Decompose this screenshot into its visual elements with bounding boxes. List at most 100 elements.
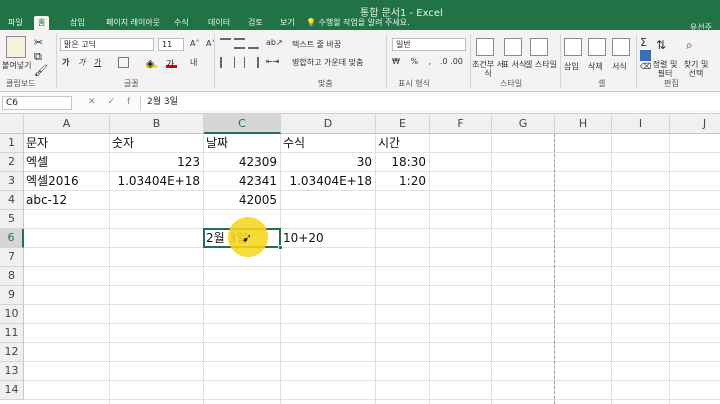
merge-center-button[interactable]: 병합하고 가운데 맞춤 — [292, 57, 363, 68]
borders-icon[interactable] — [118, 57, 129, 68]
align-left-icon[interactable] — [220, 57, 231, 68]
sort-filter-button[interactable]: 정렬 및 필터 — [650, 60, 680, 78]
row-header-2[interactable]: 2 — [0, 153, 24, 172]
cell-d3[interactable]: 1.03404E+18 — [283, 172, 372, 190]
align-center-icon[interactable] — [234, 57, 245, 68]
select-all-corner[interactable] — [0, 114, 24, 134]
row-header-14[interactable]: 14 — [0, 381, 24, 400]
format-cells-button[interactable]: 서식 — [612, 61, 627, 72]
row-header-12[interactable]: 12 — [0, 343, 24, 362]
cut-icon[interactable]: ✂ — [34, 36, 45, 49]
row-header-11[interactable]: 11 — [0, 324, 24, 343]
indent-icon[interactable]: ⇤⇥ — [266, 57, 279, 66]
insert-cells-icon[interactable] — [564, 38, 582, 56]
insert-cells-button[interactable]: 삽입 — [564, 61, 579, 72]
column-header-d[interactable]: D — [281, 114, 376, 134]
column-header-g[interactable]: G — [492, 114, 555, 134]
column-header-c[interactable]: C — [204, 114, 281, 134]
phonetic-icon[interactable]: 내 — [190, 57, 197, 68]
cell-b3[interactable]: 1.03404E+18 — [112, 172, 200, 190]
font-size-select[interactable]: 11 — [158, 38, 184, 51]
format-table-icon[interactable] — [504, 38, 522, 56]
format-painter-icon[interactable]: 🖌 — [34, 64, 48, 77]
row-header-13[interactable]: 13 — [0, 362, 24, 381]
format-cells-icon[interactable] — [612, 38, 630, 56]
cell-c3[interactable]: 42341 — [206, 172, 277, 190]
cell-e3[interactable]: 1:20 — [378, 172, 426, 190]
decimal-icons[interactable]: .0 .00 — [440, 57, 463, 66]
column-header-a[interactable]: A — [24, 114, 110, 134]
cell-c1[interactable]: 날짜 — [206, 134, 228, 152]
column-header-i[interactable]: I — [612, 114, 670, 134]
fill-handle[interactable] — [278, 245, 283, 250]
align-bottom-icon[interactable] — [248, 38, 259, 49]
row-header-1[interactable]: 1 — [0, 134, 24, 153]
row-header-3[interactable]: 3 — [0, 172, 24, 191]
fill-color-icon[interactable]: ◈ — [146, 57, 157, 70]
column-header-j[interactable]: J — [670, 114, 720, 134]
cell-e1[interactable]: 시간 — [378, 134, 400, 152]
tab-view[interactable]: 보기 — [276, 16, 299, 30]
align-middle-icon[interactable] — [234, 38, 245, 49]
paste-button[interactable]: 붙여넣기 — [2, 60, 31, 71]
column-header-h[interactable]: H — [555, 114, 612, 134]
cell-a1[interactable]: 문자 — [26, 134, 48, 152]
name-box[interactable]: C6 — [2, 96, 72, 110]
row-header-10[interactable]: 10 — [0, 305, 24, 324]
align-right-icon[interactable] — [248, 57, 259, 68]
font-color-icon[interactable]: 가 — [166, 57, 177, 70]
copy-icon[interactable]: ⧉ — [34, 50, 45, 63]
column-header-e[interactable]: E — [376, 114, 430, 134]
find-select-icon[interactable]: ⌕ — [686, 38, 693, 53]
cell-c4[interactable]: 42005 — [206, 191, 277, 209]
cell-styles-button[interactable]: 셀 스타일 — [524, 60, 558, 69]
row-header-5[interactable]: 5 — [0, 210, 24, 229]
tab-formulas[interactable]: 수식 — [170, 16, 193, 30]
tell-me-box[interactable]: 💡 수행할 작업을 알려 주세요. — [306, 16, 410, 30]
underline-button[interactable]: 가 — [94, 57, 101, 68]
tab-home[interactable]: 홈 — [34, 16, 50, 30]
orientation-icon[interactable]: ab↗ — [266, 38, 283, 47]
cell-d6[interactable]: 10+20 — [283, 229, 324, 247]
cell-b2[interactable]: 123 — [112, 153, 200, 171]
tab-review[interactable]: 검토 — [244, 16, 267, 30]
number-format-icons[interactable]: ₩ % , — [392, 57, 435, 66]
row-header-4[interactable]: 4 — [0, 191, 24, 210]
font-name-select[interactable]: 맑은 고딕 — [60, 38, 154, 51]
cell-c2[interactable]: 42309 — [206, 153, 277, 171]
number-format-select[interactable]: 일반 — [392, 38, 466, 51]
grow-font-icon[interactable]: A˄ — [190, 39, 199, 48]
delete-cells-icon[interactable] — [588, 38, 606, 56]
row-header-6[interactable]: 6 — [0, 229, 24, 248]
tab-file[interactable]: 파일 — [4, 16, 27, 30]
delete-cells-button[interactable]: 삭제 — [588, 61, 603, 72]
find-select-button[interactable]: 찾기 및 선택 — [680, 60, 712, 78]
column-header-b[interactable]: B — [110, 114, 204, 134]
cell-a2[interactable]: 엑셀 — [26, 153, 48, 171]
row-header-8[interactable]: 8 — [0, 267, 24, 286]
tab-page-layout[interactable]: 페이지 레이아웃 — [102, 16, 164, 30]
worksheet-grid[interactable]: A B C D E F G H I J 1 2 3 4 5 6 7 8 9 10 11 12 13 14 문자 숫자 날짜 수식 시간 엑… — [0, 114, 720, 404]
clipboard-group-label: 클립보드 — [6, 79, 36, 88]
conditional-format-icon[interactable] — [476, 38, 494, 56]
row-header-7[interactable]: 7 — [0, 248, 24, 267]
cell-b1[interactable]: 숫자 — [112, 134, 134, 152]
cell-a3[interactable]: 엑셀2016 — [26, 172, 79, 190]
tab-insert[interactable]: 삽입 — [66, 16, 89, 30]
bold-button[interactable]: 가 — [62, 57, 69, 68]
cell-d1[interactable]: 수식 — [283, 134, 305, 152]
cell-styles-icon[interactable] — [530, 38, 548, 56]
italic-button[interactable]: 가 — [78, 57, 85, 68]
cell-e2[interactable]: 18:30 — [378, 153, 426, 171]
formula-input[interactable]: 2월 3일 — [140, 96, 720, 110]
sort-filter-icon[interactable]: ⇅ — [656, 38, 666, 52]
row-header-9[interactable]: 9 — [0, 286, 24, 305]
paste-icon[interactable] — [6, 36, 26, 58]
cell-d2[interactable]: 30 — [283, 153, 372, 171]
autosum-icon[interactable]: Σ — [640, 36, 647, 49]
align-top-icon[interactable] — [220, 38, 231, 49]
wrap-text-button[interactable]: 텍스트 줄 바꿈 — [292, 39, 341, 50]
column-header-f[interactable]: F — [430, 114, 492, 134]
tab-data[interactable]: 데이터 — [204, 16, 234, 30]
cell-a4[interactable]: abc-12 — [26, 191, 67, 209]
